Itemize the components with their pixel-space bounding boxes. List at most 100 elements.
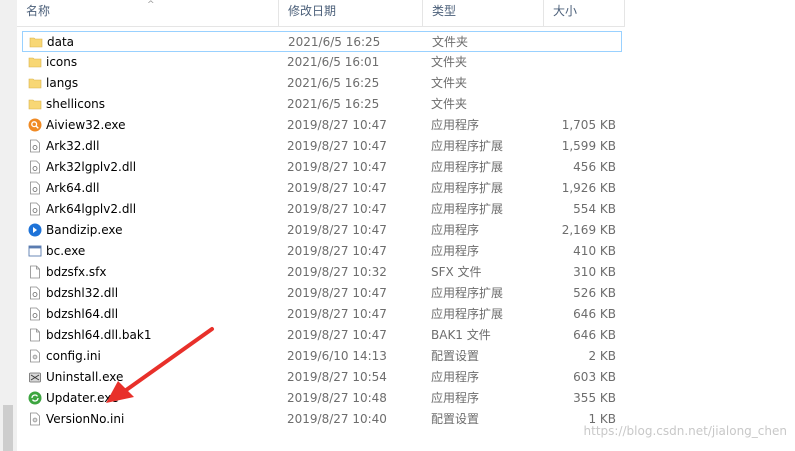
file-size: 355 KB <box>573 391 616 405</box>
file-date: 2019/8/27 10:47 <box>287 244 387 258</box>
dll-file-icon <box>28 181 42 195</box>
dll-file-icon <box>28 286 42 300</box>
column-date-label: 修改日期 <box>288 4 337 18</box>
file-name: Ark32lgplv2.dll <box>46 160 137 174</box>
file-row[interactable]: langs 2021/6/5 16:25 文件夹 <box>22 73 622 94</box>
file-type: 应用程序扩展 <box>431 139 504 153</box>
blank-file-icon <box>28 328 42 342</box>
updater-app-icon <box>28 391 42 405</box>
file-row[interactable]: icons 2021/6/5 16:01 文件夹 <box>22 52 622 73</box>
file-size: 646 KB <box>573 307 616 321</box>
file-name: data <box>47 35 75 49</box>
file-type: 文件夹 <box>431 97 468 111</box>
column-header-type[interactable]: 类型 <box>423 0 544 26</box>
ini-file-icon <box>28 349 42 363</box>
column-header-size[interactable]: 大小 <box>544 0 625 26</box>
file-row[interactable]: Aiview32.exe 2019/8/27 10:47 应用程序 1,705 KB <box>22 115 622 136</box>
file-type: 配置设置 <box>431 349 480 363</box>
file-name: bc.exe <box>46 244 86 258</box>
file-type: 文件夹 <box>431 76 468 90</box>
file-name: bdzshl32.dll <box>46 286 119 300</box>
file-size: 646 KB <box>573 328 616 342</box>
file-type: 应用程序扩展 <box>431 181 504 195</box>
file-size: 456 KB <box>573 160 616 174</box>
ini-file-icon <box>28 412 42 426</box>
file-type: BAK1 文件 <box>431 328 491 342</box>
file-row[interactable]: Ark64lgplv2.dll 2019/8/27 10:47 应用程序扩展 554 … <box>22 199 622 220</box>
folder-icon <box>28 55 42 69</box>
file-size: 410 KB <box>573 244 616 258</box>
file-type: 应用程序 <box>431 391 480 405</box>
file-row[interactable]: shellicons 2021/6/5 16:25 文件夹 <box>22 94 622 115</box>
file-date: 2019/8/27 10:47 <box>287 118 387 132</box>
file-type: 配置设置 <box>431 412 480 426</box>
file-name: Ark64lgplv2.dll <box>46 202 137 216</box>
file-row[interactable]: Ark32lgplv2.dll 2019/8/27 10:47 应用程序扩展 456 … <box>22 157 622 178</box>
file-date: 2019/8/27 10:47 <box>287 307 387 321</box>
folder-icon <box>29 35 43 49</box>
exe-window-icon <box>28 244 42 258</box>
sort-indicator-icon: ^ <box>147 0 155 10</box>
column-size-label: 大小 <box>553 4 578 18</box>
dll-file-icon <box>28 160 42 174</box>
file-type: 应用程序扩展 <box>431 307 504 321</box>
file-row[interactable]: Ark64.dll 2019/8/27 10:47 应用程序扩展 1,926 KB <box>22 178 622 199</box>
file-name: Aiview32.exe <box>46 118 126 132</box>
dll-file-icon <box>28 202 42 216</box>
dll-file-icon <box>28 307 42 321</box>
file-row[interactable]: Ark32.dll 2019/8/27 10:47 应用程序扩展 1,599 KB <box>22 136 622 157</box>
file-row[interactable]: bdzshl64.dll 2019/8/27 10:47 应用程序扩展 646 KB <box>22 304 622 325</box>
file-date: 2019/8/27 10:47 <box>287 223 387 237</box>
bandizip-app-icon <box>28 223 42 237</box>
file-type: 应用程序扩展 <box>431 202 504 216</box>
column-name-label: 名称 <box>26 4 51 18</box>
file-size: 526 KB <box>573 286 616 300</box>
file-date: 2019/8/27 10:32 <box>287 265 387 279</box>
file-type: 应用程序 <box>431 118 480 132</box>
column-type-label: 类型 <box>432 4 457 18</box>
file-size: 2 KB <box>588 349 616 363</box>
watermark: https://blog.csdn.net/jialong_chen <box>583 424 787 438</box>
annotation-arrow <box>106 327 214 403</box>
file-type: 应用程序扩展 <box>431 286 504 300</box>
file-name: shellicons <box>46 97 106 111</box>
file-size: 310 KB <box>573 265 616 279</box>
file-size: 1,926 KB <box>561 181 616 195</box>
file-type: 文件夹 <box>432 35 469 49</box>
file-date: 2019/8/27 10:40 <box>287 412 387 426</box>
file-date: 2019/8/27 10:48 <box>287 391 387 405</box>
file-row[interactable]: bdzshl32.dll 2019/8/27 10:47 应用程序扩展 526 KB <box>22 283 622 304</box>
column-header-name[interactable]: 名称 ^ <box>17 0 279 26</box>
file-name: bdzsfx.sfx <box>46 265 107 279</box>
file-row[interactable]: data 2021/6/5 16:25 文件夹 <box>22 31 622 52</box>
column-header-date[interactable]: 修改日期 <box>279 0 423 26</box>
file-name: config.ini <box>46 349 101 363</box>
folder-icon <box>28 97 42 111</box>
file-name: bdzshl64.dll <box>46 307 119 321</box>
file-name: icons <box>46 55 78 69</box>
file-type: 应用程序 <box>431 223 480 237</box>
uninstall-app-icon <box>28 370 42 384</box>
file-size: 603 KB <box>573 370 616 384</box>
left-scroll-strip[interactable] <box>0 0 17 451</box>
file-type: 应用程序扩展 <box>431 160 504 174</box>
file-name: Bandizip.exe <box>46 223 123 237</box>
file-date: 2019/8/27 10:47 <box>287 202 387 216</box>
file-row[interactable]: bdzsfx.sfx 2019/8/27 10:32 SFX 文件 310 KB <box>22 262 622 283</box>
scrollbar-thumb[interactable] <box>3 405 13 451</box>
dll-file-icon <box>28 139 42 153</box>
file-date: 2019/8/27 10:47 <box>287 160 387 174</box>
file-date: 2021/6/5 16:25 <box>288 35 381 49</box>
file-date: 2019/6/10 14:13 <box>287 349 387 363</box>
file-type: 应用程序 <box>431 370 480 384</box>
file-type: 应用程序 <box>431 244 480 258</box>
file-row[interactable]: bc.exe 2019/8/27 10:47 应用程序 410 KB <box>22 241 622 262</box>
blank-file-icon <box>28 265 42 279</box>
file-date: 2019/8/27 10:47 <box>287 328 387 342</box>
file-name: langs <box>46 76 79 90</box>
file-row[interactable]: Bandizip.exe 2019/8/27 10:47 应用程序 2,169 KB <box>22 220 622 241</box>
file-date: 2021/6/5 16:25 <box>287 97 380 111</box>
file-size: 554 KB <box>573 202 616 216</box>
file-date: 2019/8/27 10:47 <box>287 181 387 195</box>
column-header: 名称 ^ 修改日期 类型 大小 <box>17 0 625 27</box>
